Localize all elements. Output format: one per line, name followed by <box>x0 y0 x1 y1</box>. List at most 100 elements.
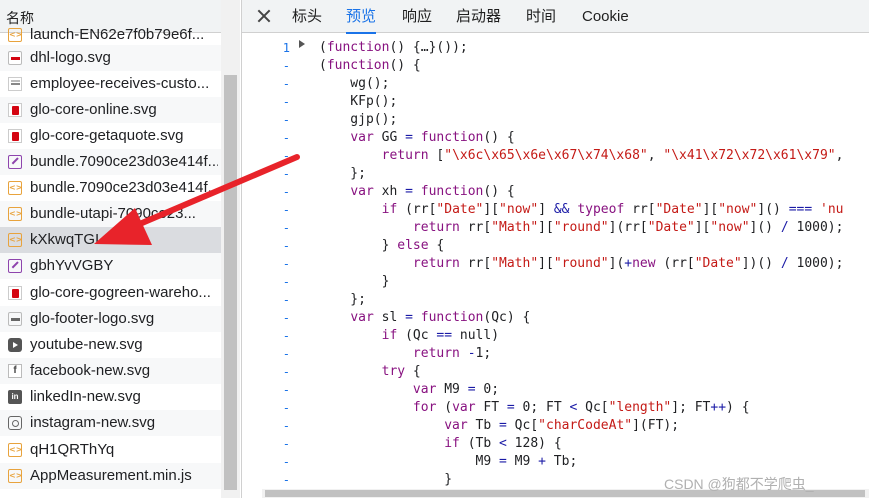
request-row[interactable]: bundle.7090ce23d03e414f... <box>0 175 221 201</box>
code-text: var M9 = 0; <box>412 382 500 397</box>
request-row[interactable]: bundle-utapi-7090ce23... <box>0 201 221 227</box>
code-text: return -1; <box>412 346 492 361</box>
code-icon <box>8 207 22 221</box>
request-row[interactable]: dhl-logo.svg <box>0 45 221 71</box>
code-line: - var xh = function() { <box>242 183 869 201</box>
line-number: - <box>282 131 290 145</box>
line-number: - <box>282 149 290 163</box>
font-icon <box>8 155 22 169</box>
code-text: if (rr["Date"]["now"] && typeof rr["Date… <box>381 202 844 217</box>
line-number: - <box>282 203 290 217</box>
request-name: launch-EN62e7f0b79e6f... <box>30 26 205 43</box>
line-number: - <box>282 113 290 127</box>
code-text: if (Qc == null) <box>381 328 500 343</box>
request-name: bundle.7090ce23d03e414f... <box>30 153 218 170</box>
code-text: (function() { <box>319 58 421 73</box>
code-text: for (var FT = 0; FT < Qc["length"]; FT++… <box>412 400 750 415</box>
line-number: - <box>282 347 290 361</box>
code-text: } <box>319 472 453 487</box>
request-name: glo-core-online.svg <box>30 101 157 118</box>
code-text: var GG = function() { <box>350 130 515 145</box>
detail-panel: 标头 预览 响应 启动器 时间 Cookie 1 (function() {…}(… <box>241 0 869 498</box>
facebook-icon: f <box>8 364 22 378</box>
request-row[interactable]: qH1QRThYq <box>0 437 221 463</box>
request-name: AppMeasurement.min.js <box>30 467 192 484</box>
code-line: - (function() { <box>242 57 869 75</box>
code-text: var xh = function() { <box>350 184 515 199</box>
code-line: - KFp(); <box>242 93 869 111</box>
tab-cookies[interactable]: Cookie <box>582 0 629 33</box>
code-line: - M9 = M9 + Tb; <box>242 453 869 471</box>
request-name: glo-footer-logo.svg <box>30 310 155 327</box>
code-preview[interactable]: 1 (function() {…}()); - (function() {- wg()… <box>242 34 869 498</box>
request-row[interactable]: glo-core-online.svg <box>0 97 221 123</box>
request-row[interactable]: employee-receives-custo... <box>0 71 221 97</box>
instagram-icon <box>8 416 22 430</box>
code-line: - if (Qc == null) <box>242 327 869 345</box>
image-icon <box>8 103 22 117</box>
request-row-selected[interactable]: kXkwqTGI <box>0 227 221 253</box>
code-line: - return rr["Math"]["round"](rr["Date"][… <box>242 219 869 237</box>
code-text: return ["\x6c\x65\x6e\x67\x74\x68", "\x4… <box>381 148 844 163</box>
request-name: instagram-new.svg <box>30 414 156 431</box>
code-line: - } <box>242 273 869 291</box>
line-number: - <box>282 59 290 73</box>
tab-initiator[interactable]: 启动器 <box>456 0 501 33</box>
request-row[interactable]: instagram-new.svg <box>0 410 221 436</box>
code-line: - }; <box>242 291 869 309</box>
line-number: - <box>282 401 290 415</box>
line-number: - <box>282 293 290 307</box>
request-row[interactable]: in linkedIn-new.svg <box>0 384 221 410</box>
code-text: }; <box>319 292 366 307</box>
request-name: kXkwqTGI <box>30 231 100 248</box>
request-row[interactable]: f facebook-new.svg <box>0 358 221 384</box>
code-text: var Tb = Qc["charCodeAt"](FT); <box>444 418 680 433</box>
request-row[interactable]: glo-core-getaquote.svg <box>0 123 221 149</box>
code-line: - var GG = function() { <box>242 129 869 147</box>
code-line: - var M9 = 0; <box>242 381 869 399</box>
image-icon <box>8 286 22 300</box>
request-row[interactable]: gbhYvVGBY <box>0 253 221 279</box>
request-list-scroll-thumb[interactable] <box>224 75 237 490</box>
tab-timing[interactable]: 时间 <box>526 0 556 33</box>
tab-headers[interactable]: 标头 <box>292 0 322 33</box>
line-number: 1 <box>282 41 290 55</box>
request-name: youtube-new.svg <box>30 336 143 353</box>
request-list-scrollbar[interactable] <box>221 0 240 498</box>
line-number: - <box>282 455 290 469</box>
code-text: KFp(); <box>319 94 398 109</box>
tab-preview[interactable]: 预览 <box>346 0 377 34</box>
request-row[interactable]: youtube-new.svg <box>0 332 221 358</box>
line-number: - <box>282 221 290 235</box>
code-text: return rr["Math"]["round"](+new (rr["Dat… <box>412 256 844 271</box>
font-icon <box>8 259 22 273</box>
code-text: if (Tb < 128) { <box>444 436 562 451</box>
request-name: linkedIn-new.svg <box>30 388 141 405</box>
request-name: glo-core-getaquote.svg <box>30 127 184 144</box>
code-icon <box>8 28 22 42</box>
line-number: - <box>282 329 290 343</box>
line-number: - <box>282 275 290 289</box>
request-row[interactable]: AppMeasurement.min.js <box>0 463 221 489</box>
code-icon <box>8 181 22 195</box>
line-number: - <box>282 77 290 91</box>
code-text: return rr["Math"]["round"](rr["Date"]["n… <box>412 220 844 235</box>
code-line: - } else { <box>242 237 869 255</box>
line-number: - <box>282 437 290 451</box>
request-name: facebook-new.svg <box>30 362 151 379</box>
request-name: gbhYvVGBY <box>30 257 114 274</box>
request-row[interactable]: bundle.7090ce23d03e414f... <box>0 149 221 175</box>
code-line: - var sl = function(Qc) { <box>242 309 869 327</box>
code-icon <box>8 469 22 483</box>
request-row[interactable]: glo-core-gogreen-wareho... <box>0 280 221 306</box>
close-icon[interactable] <box>254 6 274 26</box>
code-line: - return -1; <box>242 345 869 363</box>
image-icon <box>8 129 22 143</box>
code-icon <box>8 233 22 247</box>
request-name: employee-receives-custo... <box>30 75 210 92</box>
code-text: } else { <box>319 238 445 253</box>
line-number: - <box>282 167 290 181</box>
tab-response[interactable]: 响应 <box>402 0 432 33</box>
code-line: - if (rr["Date"]["now"] && typeof rr["Da… <box>242 201 869 219</box>
request-row[interactable]: glo-footer-logo.svg <box>0 306 221 332</box>
